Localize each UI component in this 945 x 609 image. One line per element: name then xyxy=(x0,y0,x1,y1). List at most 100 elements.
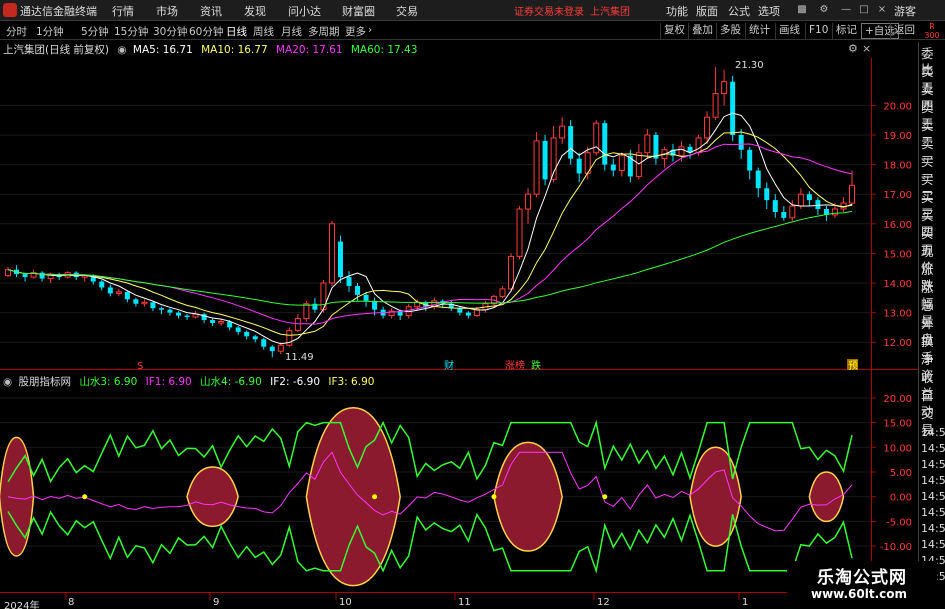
indicator-fill-lens xyxy=(0,436,35,557)
candle-body xyxy=(294,318,301,331)
event-marker-die[interactable]: 跌 xyxy=(531,359,541,372)
indicator-cross-dot xyxy=(491,494,497,500)
candle-body xyxy=(772,200,778,212)
indicator-axis-label: 5.00 xyxy=(890,468,912,479)
candle-body xyxy=(678,146,685,157)
candle-body xyxy=(124,291,130,300)
app-window: 通达信金融终端 行情 市场 资讯 发现 问小达 财富圈 交易 证券交易未登录 上… xyxy=(0,0,945,609)
indicator-fill-lens xyxy=(305,407,401,587)
indicator-axis-label: 0.00 xyxy=(890,493,912,504)
candle-body xyxy=(355,285,361,295)
side-time-6: 14:56 xyxy=(921,506,945,519)
indicator-axis-label: -5.00 xyxy=(886,517,912,528)
candle-body xyxy=(218,321,225,324)
candle-body xyxy=(99,281,105,288)
candle-body xyxy=(806,194,812,201)
indicator-fill-lens xyxy=(689,446,742,547)
candle-body xyxy=(695,137,702,154)
candle-body xyxy=(107,287,113,294)
chart-canvas[interactable]: 20.0019.0018.0017.0016.0015.0014.0013.00… xyxy=(0,0,918,609)
candle-body xyxy=(269,346,275,352)
indicator-axis-label: 10.00 xyxy=(883,443,912,454)
indicator-axis-label: 20.00 xyxy=(883,394,912,405)
candle-body xyxy=(346,277,352,286)
candle-body xyxy=(533,140,540,195)
price-axis-label: 18.00 xyxy=(883,161,912,172)
ma10-line xyxy=(7,131,853,336)
candle-body xyxy=(328,223,335,284)
indicator-cross-dot xyxy=(82,494,88,500)
low-annotation: 11.49 xyxy=(285,352,314,363)
high-annotation: 21.30 xyxy=(735,60,764,71)
event-marker-s[interactable]: S xyxy=(137,361,143,372)
candle-body xyxy=(261,339,267,347)
candle-body xyxy=(337,241,343,278)
side-time-3: 14:56 xyxy=(921,458,945,471)
candle-body xyxy=(712,93,719,118)
ma60-line xyxy=(7,210,853,306)
xtick-aug: 8 xyxy=(68,597,75,608)
indicator-fill-lens xyxy=(186,466,239,528)
candle-body xyxy=(644,134,651,154)
candle-body xyxy=(704,116,711,139)
candle-body xyxy=(158,308,164,310)
candle-body xyxy=(542,140,548,180)
xtick-nov: 11 xyxy=(458,597,471,608)
scale-label-n: 300 xyxy=(924,31,940,40)
ma5-line xyxy=(7,112,853,345)
candle-body xyxy=(457,308,463,313)
watermark: 乐淘公式网 www.60lt.com xyxy=(787,561,937,607)
xtick-jan: 1 xyxy=(742,597,749,608)
candle-body xyxy=(849,184,855,204)
candle-body xyxy=(507,255,514,290)
event-marker-zhangbang[interactable]: 涨榜 xyxy=(505,359,525,372)
side-time-8: 14:56 xyxy=(921,538,945,551)
quote-side-panel: 委比 卖五 卖四 卖三 卖二 卖一 买一 买二 买三 买四 买五 现价 涨跌 涨… xyxy=(918,42,945,602)
candle-body xyxy=(755,170,761,189)
side-time-4: 14:56 xyxy=(921,474,945,487)
candle-body xyxy=(167,309,173,313)
indicator-fill-lens xyxy=(493,441,563,552)
candle-body xyxy=(747,149,753,171)
candle-body xyxy=(602,123,608,165)
candle-body xyxy=(141,301,148,305)
candle-body xyxy=(516,208,523,257)
side-time-5: 14:56 xyxy=(921,490,945,503)
indicator-axis-label: -10.00 xyxy=(880,542,912,553)
candle-body xyxy=(184,315,190,318)
side-time-2: 14:56 xyxy=(921,442,945,455)
price-axis-label: 19.00 xyxy=(883,131,912,142)
candle-body xyxy=(730,81,736,135)
candle-body xyxy=(133,299,139,304)
xtick-2024: 2024年 xyxy=(4,601,40,609)
candle-body xyxy=(568,126,574,159)
candle-body xyxy=(235,327,241,332)
price-axis-label: 12.00 xyxy=(883,338,912,349)
candle-body xyxy=(764,188,770,201)
candle-body xyxy=(372,300,378,310)
xtick-oct: 10 xyxy=(339,597,352,608)
candle-body xyxy=(176,312,182,316)
indicator-cross-dot xyxy=(372,494,378,500)
candle-body xyxy=(618,155,625,172)
candle-body xyxy=(465,312,471,316)
candle-body xyxy=(525,193,532,210)
watermark-cn: 乐淘公式网 xyxy=(817,568,907,588)
side-time-7: 14:56 xyxy=(921,522,945,535)
price-axis-label: 17.00 xyxy=(883,190,912,201)
candle-body xyxy=(22,274,28,278)
candle-body xyxy=(303,303,310,320)
candle-body xyxy=(559,125,566,139)
event-marker-yu[interactable]: 预 xyxy=(848,360,858,372)
candle-body xyxy=(789,205,796,219)
event-marker-cai[interactable]: 财 xyxy=(444,359,454,372)
candle-body xyxy=(738,134,744,150)
indicator-cross-dot xyxy=(602,494,608,500)
candle-body xyxy=(576,158,582,174)
candle-body xyxy=(721,81,728,95)
candle-body xyxy=(797,193,804,207)
watermark-url: www.60lt.com xyxy=(811,587,908,601)
candle-body xyxy=(363,294,369,301)
candle-body xyxy=(499,288,506,297)
scale-label-r: R xyxy=(929,22,935,31)
